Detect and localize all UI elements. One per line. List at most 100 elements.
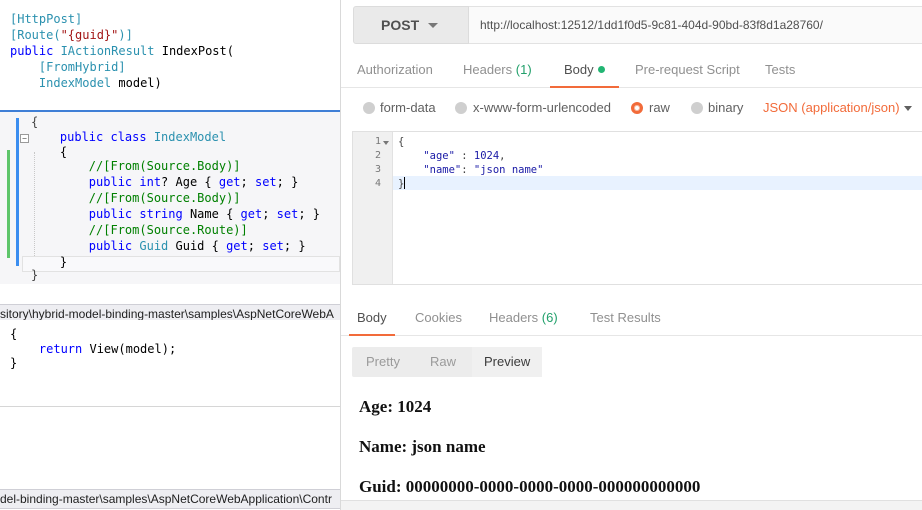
view-pretty-button[interactable]: Pretty bbox=[366, 347, 400, 377]
tab-tests[interactable]: Tests bbox=[765, 54, 795, 88]
json-key: "name" bbox=[423, 164, 462, 176]
radio-binary[interactable] bbox=[691, 102, 703, 114]
code-token: set bbox=[262, 239, 284, 253]
active-line-highlight bbox=[393, 176, 922, 190]
line-number: 1 bbox=[374, 136, 381, 147]
fold-arrow-icon[interactable] bbox=[383, 141, 389, 145]
code-token: { bbox=[31, 145, 68, 159]
option-label-binary[interactable]: binary bbox=[708, 96, 743, 120]
tab-label: Test Results bbox=[590, 310, 661, 325]
json-value: 1024 bbox=[473, 150, 500, 162]
option-label-urlencoded[interactable]: x-www-form-urlencoded bbox=[473, 96, 611, 120]
code-token: Guid { bbox=[175, 239, 227, 253]
code-token: } bbox=[10, 356, 18, 370]
tab-pre-request-script[interactable]: Pre-request Script bbox=[635, 54, 740, 88]
code-token: ; } bbox=[283, 239, 306, 253]
code-line: public string Name { get; set; } bbox=[31, 206, 320, 222]
json-value: "json name" bbox=[473, 164, 544, 176]
headers-count-badge: (6) bbox=[541, 310, 558, 325]
code-token: )] bbox=[118, 28, 133, 42]
json-line: } bbox=[398, 177, 406, 191]
tab-label: Headers bbox=[489, 310, 539, 325]
code-line: } bbox=[10, 355, 17, 371]
code-line: [HttpPost] bbox=[10, 11, 82, 27]
code-pane-index-model[interactable]: − { public class IndexModel { //[From(So… bbox=[0, 112, 340, 284]
request-url-input[interactable]: http://localhost:12512/1dd1f0d5-9c81-404… bbox=[469, 6, 922, 44]
line-number: 3 bbox=[374, 164, 381, 175]
json-punct: , bbox=[499, 150, 506, 162]
code-token: get bbox=[218, 175, 241, 189]
preview-name: Name: json name bbox=[359, 437, 486, 456]
code-token: model) bbox=[118, 76, 162, 90]
code-pane-method-body[interactable]: { return View(model); } bbox=[0, 320, 340, 406]
radio-raw[interactable] bbox=[631, 102, 643, 114]
line-number: 2 bbox=[374, 150, 381, 161]
code-token: Guid bbox=[139, 239, 176, 253]
response-tabs: Body Cookies Headers (6) Test Results bbox=[341, 302, 922, 336]
request-body-editor[interactable]: 1 2 3 4 { "age" : 1024, "name": "json na… bbox=[352, 131, 922, 285]
tab-label: Body bbox=[564, 62, 594, 77]
code-pane-empty[interactable] bbox=[0, 406, 340, 476]
option-label-raw[interactable]: raw bbox=[649, 96, 670, 120]
json-line: { bbox=[398, 135, 404, 149]
code-line: IndexModel model) bbox=[10, 75, 162, 91]
document-path: sitory\hybrid-model-binding-master\sampl… bbox=[0, 307, 334, 321]
option-label-form-data[interactable]: form-data bbox=[380, 96, 436, 120]
tab-response-headers[interactable]: Headers (6) bbox=[489, 302, 558, 336]
code-line: //[From(Source.Body)] bbox=[31, 190, 241, 206]
request-tabs: Authorization Headers (1) Body Pre-reque… bbox=[341, 54, 922, 88]
json-punct: : bbox=[461, 164, 474, 176]
code-line: public Guid Guid { get; set; } bbox=[31, 238, 306, 254]
code-line: //[From(Source.Route)] bbox=[31, 222, 248, 238]
http-method-dropdown[interactable]: POST bbox=[353, 6, 469, 44]
tab-authorization[interactable]: Authorization bbox=[357, 54, 433, 88]
document-path-bar[interactable]: del-binding-master\samples\AspNetCoreWeb… bbox=[0, 489, 340, 509]
collapse-toggle-icon[interactable]: − bbox=[20, 134, 29, 143]
code-token: set bbox=[276, 207, 299, 221]
code-token: ; } bbox=[276, 175, 299, 189]
tab-response-body[interactable]: Body bbox=[349, 302, 395, 336]
code-line: [FromHybrid] bbox=[10, 59, 126, 75]
code-pane-controller-attrs[interactable]: [HttpPost] [Route("{guid}")] public IAct… bbox=[0, 0, 340, 110]
preview-age: Age: 1024 bbox=[359, 397, 432, 416]
code-line: [Route("{guid}")] bbox=[10, 27, 133, 43]
code-token: public bbox=[10, 44, 61, 58]
code-token: IActionResult bbox=[60, 44, 162, 58]
tab-body[interactable]: Body bbox=[550, 54, 619, 88]
code-token: //[From(Source.Route)] bbox=[31, 223, 248, 237]
view-preview-button[interactable]: Preview bbox=[472, 347, 543, 377]
json-brace: { bbox=[398, 136, 405, 148]
code-token: public bbox=[88, 239, 140, 253]
code-token: //[From(Source.Body)] bbox=[31, 191, 241, 205]
code-token: ; bbox=[262, 207, 277, 221]
tab-headers[interactable]: Headers (1) bbox=[463, 54, 532, 88]
code-token: View(model); bbox=[89, 342, 177, 356]
radio-form-data[interactable] bbox=[363, 102, 375, 114]
radio-urlencoded[interactable] bbox=[455, 102, 467, 114]
code-token: set bbox=[254, 175, 277, 189]
code-token: [HttpPost] bbox=[10, 12, 83, 26]
tab-label: Tests bbox=[765, 62, 796, 77]
http-method-label: POST bbox=[381, 17, 420, 33]
code-token: { bbox=[10, 327, 18, 341]
code-line: //[From(Source.Body)] bbox=[31, 158, 241, 174]
tab-cookies[interactable]: Cookies bbox=[415, 302, 462, 336]
line-number-gutter: 1 2 3 4 bbox=[353, 132, 393, 284]
tab-test-results[interactable]: Test Results bbox=[590, 302, 661, 336]
chevron-down-icon bbox=[428, 23, 438, 28]
code-token: return bbox=[38, 342, 90, 356]
status-bar bbox=[341, 500, 922, 510]
tab-label: Authorization bbox=[357, 62, 433, 77]
code-token: Name { bbox=[189, 207, 241, 221]
tab-label: Pre-request Script bbox=[635, 62, 740, 77]
view-raw-button[interactable]: Raw bbox=[430, 347, 456, 377]
code-token: [Route( bbox=[10, 28, 61, 42]
content-type-dropdown[interactable]: JSON (application/json) bbox=[763, 96, 900, 120]
code-line: public int? Age { get; set; } bbox=[31, 174, 299, 190]
code-line: { bbox=[10, 326, 17, 342]
